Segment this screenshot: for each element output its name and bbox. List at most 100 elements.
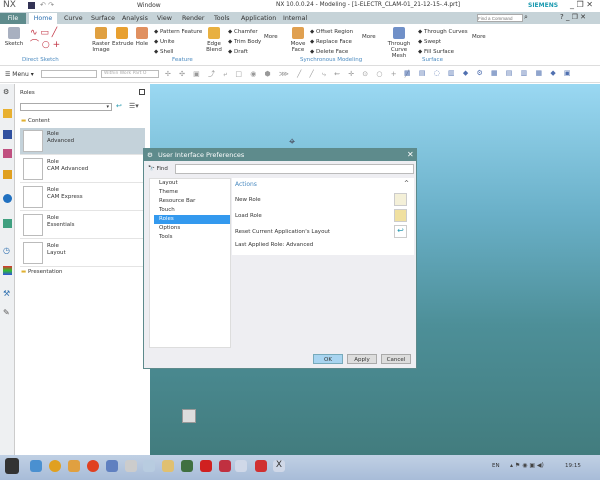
through-curve-mesh-button[interactable]: Through Curve Mesh xyxy=(384,27,414,59)
trim-body-button[interactable]: ◆ Trim Body xyxy=(228,37,261,47)
undo-icon[interactable]: ↶ ↷ xyxy=(40,1,54,9)
menu-button[interactable]: ☰ Menu ▾ xyxy=(5,71,34,78)
role-filter-select[interactable]: ▾ xyxy=(20,103,112,111)
ie-icon[interactable] xyxy=(30,460,42,472)
app-icon[interactable] xyxy=(255,460,267,472)
nav-tools[interactable]: Tools xyxy=(154,233,230,242)
collapse-icon[interactable]: ^ xyxy=(404,180,409,187)
tab-render[interactable]: Render xyxy=(178,13,208,24)
shell-button[interactable]: ◆ Shell xyxy=(154,47,202,57)
sync-more-button[interactable]: More xyxy=(362,34,376,40)
tab-application[interactable]: Application xyxy=(237,13,280,24)
list-view-icon[interactable]: ☰▾ xyxy=(129,102,139,110)
roles-icon[interactable]: ⚒ xyxy=(3,289,10,298)
constraint-navigator-icon[interactable] xyxy=(3,130,12,139)
nav-options[interactable]: Options xyxy=(154,224,230,233)
nav-layout[interactable]: Layout xyxy=(154,179,230,188)
nav-roles[interactable]: Roles xyxy=(154,215,230,224)
part-navigator-icon[interactable] xyxy=(3,149,12,158)
through-curves-button[interactable]: ◆ Through Curves xyxy=(418,27,468,37)
search-icon[interactable]: ⌕ xyxy=(524,13,528,22)
app-icon[interactable] xyxy=(68,460,80,472)
tab-tools[interactable]: Tools xyxy=(210,13,234,24)
language-indicator[interactable]: EN xyxy=(492,463,500,469)
role-item-cam-express[interactable]: Role CAM Express xyxy=(20,184,145,211)
role-item-cam-advanced[interactable]: Role CAM Advanced xyxy=(20,156,145,183)
feature-more-button[interactable]: More xyxy=(264,34,278,40)
tray-icons[interactable]: ▴ ⚑ ◉ ▣ ◀) xyxy=(510,462,544,469)
app-icon[interactable] xyxy=(87,460,99,472)
app-icon[interactable] xyxy=(219,460,231,472)
history-icon[interactable] xyxy=(3,219,12,228)
assembly-navigator-icon[interactable] xyxy=(3,109,12,118)
apply-icon[interactable]: ↩ xyxy=(116,102,122,110)
draft-button[interactable]: ◆ Draft xyxy=(228,47,261,57)
reuse-library-icon[interactable] xyxy=(3,170,12,179)
delete-face-button[interactable]: ◆ Delete Face xyxy=(310,47,353,57)
window-menu[interactable]: Window xyxy=(137,2,161,9)
presentation-folder[interactable]: ▬ Presentation xyxy=(21,269,63,275)
chrome-icon[interactable] xyxy=(49,460,61,472)
command-search-input[interactable] xyxy=(477,14,523,22)
tab-view[interactable]: View xyxy=(153,13,176,24)
sketch-curve-tools[interactable]: ∿ ▭ ╱ ⌒ ○ + xyxy=(30,27,60,51)
tab-surface[interactable]: Surface xyxy=(87,13,119,24)
maximize-icon[interactable] xyxy=(139,89,145,95)
explorer-icon[interactable] xyxy=(162,460,174,472)
scope-filter-select[interactable]: Within Work Part O xyxy=(101,70,159,78)
unite-button[interactable]: ◆ Unite xyxy=(154,37,202,47)
type-filter-select[interactable] xyxy=(41,70,97,78)
sketch-button[interactable]: Sketch xyxy=(4,27,24,47)
move-face-button[interactable]: Move Face xyxy=(288,27,308,53)
acrobat-icon[interactable] xyxy=(200,460,212,472)
ok-button[interactable]: OK xyxy=(313,354,343,364)
nav-theme[interactable]: Theme xyxy=(154,188,230,197)
raster-image-button[interactable]: Raster Image xyxy=(90,27,112,53)
cancel-button[interactable]: Cancel xyxy=(381,354,411,364)
app-icon[interactable] xyxy=(125,460,137,472)
find-input[interactable] xyxy=(175,164,414,174)
new-role-button[interactable] xyxy=(394,193,407,206)
settings-icon[interactable]: ⚙ xyxy=(3,88,9,96)
save-icon[interactable] xyxy=(28,2,35,9)
window-controls[interactable]: _ ❐ ✕ xyxy=(570,0,593,9)
tab-analysis[interactable]: Analysis xyxy=(118,13,152,24)
extrude-button[interactable]: Extrude xyxy=(112,27,134,47)
nav-resource-bar[interactable]: Resource Bar xyxy=(154,197,230,206)
role-item-essentials[interactable]: Role Essentials xyxy=(20,212,145,239)
app-icon[interactable] xyxy=(143,460,155,472)
chamfer-button[interactable]: ◆ Chamfer xyxy=(228,27,261,37)
close-icon[interactable]: ✕ xyxy=(407,149,414,161)
hole-button[interactable]: Hole xyxy=(134,27,150,47)
tab-internal[interactable]: Internal xyxy=(279,13,311,24)
content-folder[interactable]: ▬ Content xyxy=(21,118,50,124)
reset-layout-button[interactable]: ↩ xyxy=(394,225,407,238)
roles-tab-icon[interactable]: ✎ xyxy=(3,308,10,317)
apply-button[interactable]: Apply xyxy=(347,354,377,364)
clock-icon[interactable]: ◷ xyxy=(3,246,10,255)
tab-home[interactable]: Home xyxy=(29,13,57,24)
tab-file[interactable]: File xyxy=(0,13,26,24)
palette-icon[interactable] xyxy=(3,266,12,275)
pattern-feature-button[interactable]: ◆ Pattern Feature xyxy=(154,27,202,37)
edge-blend-button[interactable]: Edge Blend xyxy=(204,27,224,53)
surface-more-button[interactable]: More xyxy=(472,34,486,40)
x-app-icon[interactable]: X xyxy=(273,460,285,472)
app-icon[interactable] xyxy=(181,460,193,472)
role-item-layout[interactable]: Role Layout xyxy=(20,240,145,267)
load-role-button[interactable] xyxy=(394,209,407,222)
help-and-window-controls[interactable]: ? _ ❐ ✕ xyxy=(560,13,586,21)
start-button[interactable] xyxy=(5,458,19,474)
fill-surface-button[interactable]: ◆ Fill Surface xyxy=(418,47,468,57)
replace-face-button[interactable]: ◆ Replace Face xyxy=(310,37,353,47)
nx-taskbar-icon[interactable] xyxy=(235,460,247,472)
snap-tools[interactable]: ✢ ✣ ▣ ⤴ ⤶ □ ◉ ⬢ ⋙ ╱ ╱ ⤷ ⇜ ✛ ⊙ ○ + ╱ xyxy=(165,69,412,79)
web-browser-icon[interactable] xyxy=(3,194,12,203)
clock[interactable]: 19:15 xyxy=(565,463,581,469)
nav-touch[interactable]: Touch xyxy=(154,206,230,215)
view-tools[interactable]: ▦ ▤ ◌ ▥ ◆ ⚙ ▦ ▤ ▥ ▦ ◆ ▣ xyxy=(404,69,574,77)
role-item-advanced[interactable]: Role Advanced xyxy=(20,128,145,155)
offset-region-button[interactable]: ◆ Offset Region xyxy=(310,27,353,37)
tab-curve[interactable]: Curve xyxy=(60,13,87,24)
app-icon[interactable] xyxy=(106,460,118,472)
